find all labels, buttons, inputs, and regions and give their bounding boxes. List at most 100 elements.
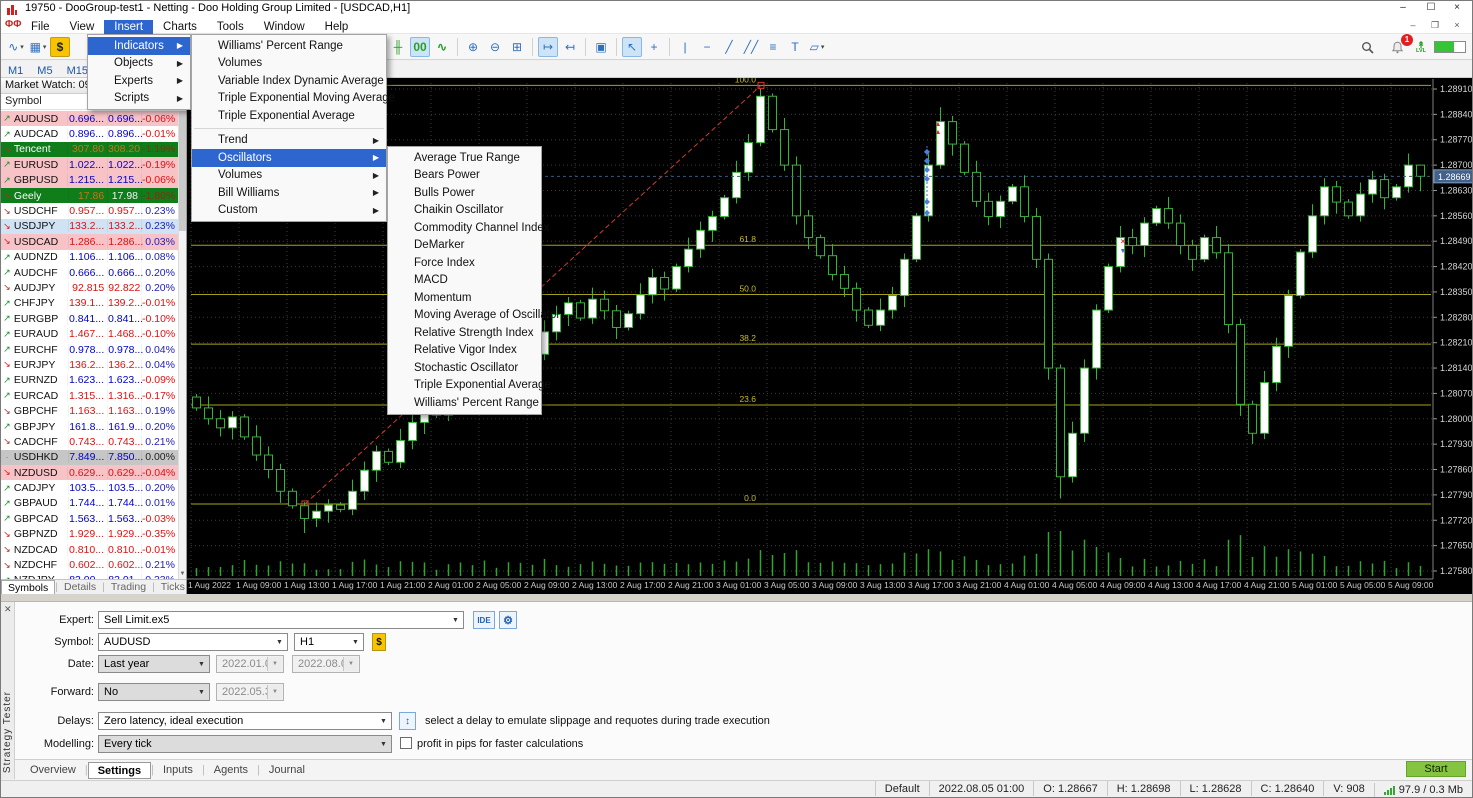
forward-select[interactable]: No▼	[98, 683, 210, 701]
scrollbar-down-arrow[interactable]: ▼	[179, 570, 186, 579]
tester-tab-journal[interactable]: Journal	[260, 762, 314, 779]
symbol-row-euraud[interactable]: ↗EURAUD1.467...1.468...-0.10%	[1, 326, 178, 341]
delay-settings-button[interactable]: ↕	[399, 712, 416, 730]
indicator-window-icon[interactable]: ▦▾	[28, 37, 48, 57]
zoom-in-icon[interactable]: ⊕	[463, 37, 483, 57]
panel-splitter[interactable]	[1, 594, 1472, 601]
indicators-menu-item-williams-percent-range[interactable]: Williams' Percent Range	[192, 37, 386, 55]
oscillators-menu-item-average-true-range[interactable]: Average True Range	[388, 149, 541, 167]
symbol-row-cadchf[interactable]: ↘CADCHF0.743...0.743...0.21%	[1, 434, 178, 449]
insert-menu-item-objects[interactable]: Objects▶	[88, 55, 190, 73]
symbol-row-gbpchf[interactable]: ↘GBPCHF1.163...1.163...0.19%	[1, 403, 178, 418]
symbol-row-nzdchf[interactable]: ↘NZDCHF0.602...0.602...0.21%	[1, 557, 178, 572]
trendline-icon[interactable]: ╱	[719, 37, 739, 57]
dropdown-caret-icon[interactable]: ▾	[43, 43, 47, 51]
symbol-row-usdcad[interactable]: ↘USDCAD1.286...1.286...0.03%	[1, 234, 178, 249]
auto-scroll-icon[interactable]: ↤	[560, 37, 580, 57]
symbol-row-eurgbp[interactable]: ↗EURGBP0.841...0.841...-0.10%	[1, 311, 178, 326]
close-button[interactable]: ×	[1444, 1, 1470, 16]
oscillators-menu-item-moving-average-of-oscillator[interactable]: Moving Average of Oscillator	[388, 307, 541, 325]
symbol-row-eurchf[interactable]: ↗EURCHF0.978...0.978...0.04%	[1, 342, 178, 357]
indicators-menu-item-triple-exponential-average[interactable]: Triple Exponential Average	[192, 107, 386, 125]
indicators-menu-item-trend[interactable]: Trend▶	[192, 132, 386, 150]
minimize-button[interactable]: –	[1390, 1, 1416, 16]
new-order-icon[interactable]: $	[50, 37, 70, 57]
timeframe-m5[interactable]: M5	[32, 64, 57, 78]
camera-icon[interactable]: ▣	[591, 37, 611, 57]
period-select[interactable]: H1▼	[294, 633, 364, 651]
symbol-select[interactable]: AUDUSD▼	[98, 633, 288, 651]
oscillators-menu-item-commodity-channel-index[interactable]: Commodity Channel Index	[388, 219, 541, 237]
symbol-row-eurusd[interactable]: ↗EURUSD1.022...1.022...-0.19%	[1, 157, 178, 172]
dropdown-caret-icon[interactable]: ▾	[20, 43, 24, 51]
symbol-row-usdhkd[interactable]: ·USDHKD7.849...7.850...0.00%	[1, 450, 178, 465]
oscillators-menu-item-triple-exponential-average[interactable]: Triple Exponential Average	[388, 377, 541, 395]
oscillators-menu-item-macd[interactable]: MACD	[388, 272, 541, 290]
fibo-icon[interactable]: ≡	[763, 37, 783, 57]
shapes-icon[interactable]: ▱▾	[807, 37, 827, 57]
symbol-row-usdchf[interactable]: ↘USDCHF0.957...0.957...0.23%	[1, 203, 178, 218]
tester-tab-inputs[interactable]: Inputs	[154, 762, 202, 779]
insert-menu-item-scripts[interactable]: Scripts▶	[88, 90, 190, 108]
horizontal-line-icon[interactable]: −	[697, 37, 717, 57]
bars-mode-icon[interactable]: ╫	[388, 37, 408, 57]
symbol-row-gbpcad[interactable]: ↗GBPCAD1.563...1.563...-0.03%	[1, 511, 178, 526]
maximize-button[interactable]: ☐	[1418, 1, 1444, 16]
market-watch-tab-trading[interactable]: Trading	[105, 580, 152, 595]
indicators-menu-item-volumes[interactable]: Volumes▶	[192, 167, 386, 185]
insert-menu-item-experts[interactable]: Experts▶	[88, 72, 190, 90]
indicators-menu-item-custom[interactable]: Custom▶	[192, 202, 386, 220]
oscillators-menu-item-stochastic-oscillator[interactable]: Stochastic Oscillator	[388, 359, 541, 377]
vertical-line-icon[interactable]: |	[675, 37, 695, 57]
oscillators-menu-item-momentum[interactable]: Momentum	[388, 289, 541, 307]
indicators-menu-item-bill-williams[interactable]: Bill Williams▶	[192, 184, 386, 202]
dropdown-caret-icon[interactable]: ▾	[821, 43, 825, 51]
symbol-row-audchf[interactable]: ↗AUDCHF0.666...0.666...0.20%	[1, 265, 178, 280]
insert-menu-item-indicators[interactable]: Indicators▶	[88, 37, 190, 55]
text-tool-icon[interactable]: T	[785, 37, 805, 57]
child-minimize-button[interactable]: –	[1402, 19, 1424, 32]
shift-end-icon[interactable]: ↦	[538, 37, 558, 57]
indicators-menu-item-variable-index-dynamic-average[interactable]: Variable Index Dynamic Average	[192, 72, 386, 90]
symbol-row-gbpjpy[interactable]: ↗GBPJPY161.8...161.9...0.20%	[1, 419, 178, 434]
notifications-bell-icon[interactable]: 1	[1387, 37, 1407, 57]
oscillators-menu-item-bulls-power[interactable]: Bulls Power	[388, 184, 541, 202]
symbol-row-nzdusd[interactable]: ↘NZDUSD0.629...0.629...-0.04%	[1, 465, 178, 480]
tester-tab-agents[interactable]: Agents	[205, 762, 257, 779]
symbol-row-gbpaud[interactable]: ↗GBPAUD1.744...1.744...0.01%	[1, 496, 178, 511]
tester-tab-settings[interactable]: Settings	[88, 762, 151, 779]
level-icon[interactable]: ↟LVL	[1416, 42, 1426, 53]
market-watch-tab-ticks[interactable]: Ticks	[155, 580, 187, 595]
date-range-select[interactable]: Last year▼	[98, 655, 210, 673]
symbol-row-tencent[interactable]: ↘Tencent307.80308.20-1.19%	[1, 142, 178, 157]
deposit-button[interactable]: $	[372, 633, 386, 651]
pips-checkbox[interactable]	[400, 737, 412, 749]
chart-profile-icon[interactable]: ∿▾	[6, 37, 26, 57]
crosshair-icon[interactable]: +	[644, 37, 664, 57]
modelling-select[interactable]: Every tick▼	[98, 735, 392, 753]
oscillators-menu-item-force-index[interactable]: Force Index	[388, 254, 541, 272]
oscillators-menu-item-demarker[interactable]: DeMarker	[388, 237, 541, 255]
market-watch-tab-symbols[interactable]: Symbols	[1, 580, 55, 595]
symbol-row-gbpusd[interactable]: ↗GBPUSD1.215...1.215...-0.06%	[1, 173, 178, 188]
market-watch-scrollbar[interactable]: ▼	[178, 111, 186, 579]
symbol-row-eurnzd[interactable]: ↗EURNZD1.623...1.623...-0.09%	[1, 373, 178, 388]
indicators-menu-item-volumes[interactable]: Volumes	[192, 55, 386, 73]
delays-select[interactable]: Zero latency, ideal execution▼	[98, 712, 392, 730]
gear-button[interactable]: ⚙	[499, 611, 517, 629]
symbol-row-chfjpy[interactable]: ↗CHFJPY139.1...139.2...-0.01%	[1, 296, 178, 311]
oscillators-menu-item-chaikin-oscillator[interactable]: Chaikin Oscillator	[388, 202, 541, 220]
candles-mode-icon[interactable]: 00	[410, 37, 430, 57]
symbol-row-nzdcad[interactable]: ↘NZDCAD0.810...0.810...-0.01%	[1, 542, 178, 557]
market-watch-tab-details[interactable]: Details	[58, 580, 102, 595]
symbol-row-gbpnzd[interactable]: ↘GBPNZD1.929...1.929...-0.35%	[1, 527, 178, 542]
tile-windows-icon[interactable]: ⊞	[507, 37, 527, 57]
symbol-row-cadjpy[interactable]: ↗CADJPY103.5...103.5...0.20%	[1, 480, 178, 495]
expert-select[interactable]: Sell Limit.ex5▼	[98, 611, 464, 629]
start-button[interactable]: Start	[1406, 761, 1466, 777]
line-mode-icon[interactable]: ∿	[432, 37, 452, 57]
symbol-row-audjpy[interactable]: ↘AUDJPY92.81592.8220.20%	[1, 280, 178, 295]
oscillators-menu-item-williams-percent-range[interactable]: Williams' Percent Range	[388, 394, 541, 412]
indicators-menu-item-oscillators[interactable]: Oscillators▶	[192, 149, 386, 167]
child-restore-button[interactable]: ❐	[1424, 19, 1446, 32]
